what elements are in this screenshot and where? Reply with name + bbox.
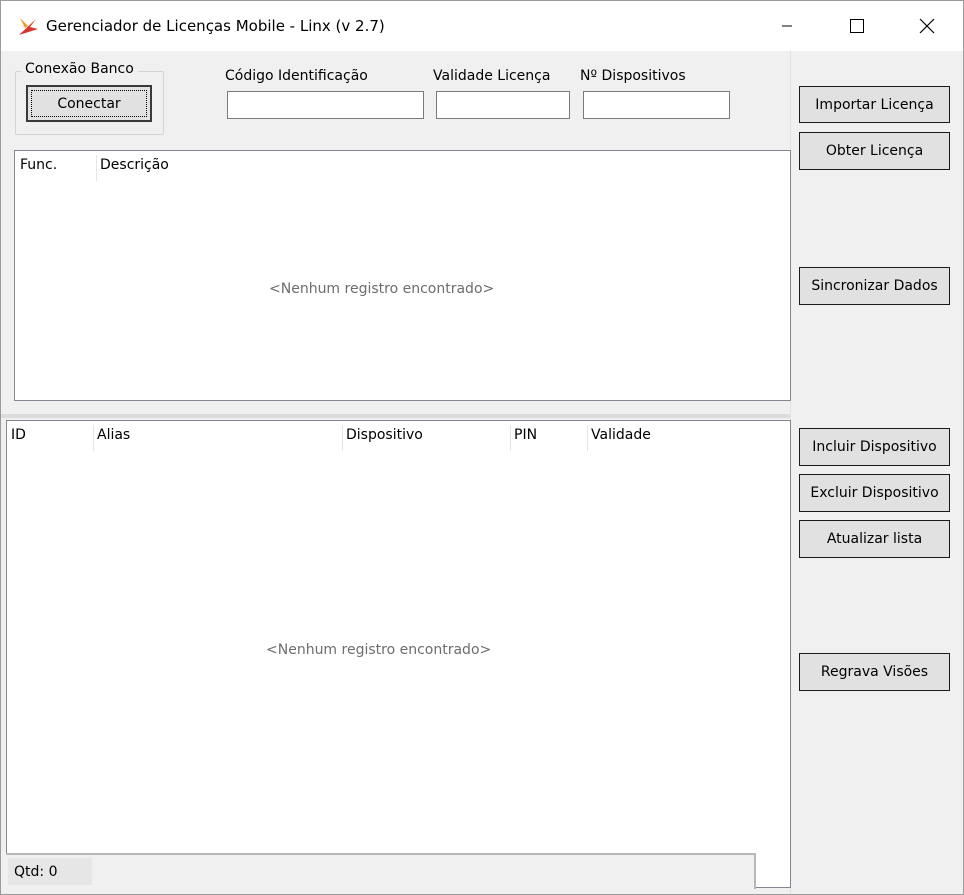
splitter[interactable] — [1, 414, 790, 418]
validade-field[interactable] — [436, 91, 570, 119]
obtain-license-label: Obter Licença — [825, 143, 924, 159]
import-license-button[interactable]: Importar Licença — [799, 86, 950, 123]
empty-message: <Nenhum registro encontrado> — [266, 642, 492, 658]
rewrite-views-label: Regrava Visões — [820, 664, 929, 680]
minimize-icon — [782, 25, 792, 27]
devices-grid[interactable]: ID Alias Dispositivo PIN Validade <Nenhu… — [6, 420, 791, 888]
connect-button[interactable]: Conectar — [26, 85, 152, 122]
linx-logo-icon — [19, 18, 38, 35]
refresh-list-button[interactable]: Atualizar lista — [799, 520, 950, 558]
codigo-label: Código Identificação — [225, 68, 368, 84]
title-bar[interactable]: Gerenciador de Licenças Mobile - Linx (v… — [1, 1, 963, 51]
column-header-validade[interactable]: Validade — [591, 427, 651, 443]
record-count: Qtd: 0 — [8, 858, 92, 885]
column-separator[interactable] — [96, 155, 97, 181]
exclude-device-label: Excluir Dispositivo — [810, 485, 939, 501]
rewrite-views-button[interactable]: Regrava Visões — [799, 653, 950, 691]
maximize-button[interactable] — [822, 1, 892, 51]
window-title: Gerenciador de Licenças Mobile - Linx (v… — [46, 17, 385, 35]
connection-group-title: Conexão Banco — [21, 61, 138, 77]
close-button[interactable] — [892, 1, 962, 51]
codigo-field[interactable] — [227, 91, 424, 119]
include-device-button[interactable]: Incluir Dispositivo — [799, 428, 950, 466]
close-icon — [919, 18, 935, 34]
column-header-descricao[interactable]: Descrição — [100, 157, 169, 173]
sync-data-label: Sincronizar Dados — [811, 278, 938, 294]
column-separator[interactable] — [510, 425, 511, 451]
include-device-label: Incluir Dispositivo — [812, 439, 937, 455]
focus-rectangle — [31, 90, 147, 117]
column-header-func[interactable]: Func. — [20, 157, 57, 173]
column-separator[interactable] — [587, 425, 588, 451]
sync-data-button[interactable]: Sincronizar Dados — [799, 267, 950, 305]
refresh-list-label: Atualizar lista — [826, 531, 923, 547]
column-separator[interactable] — [342, 425, 343, 451]
status-bar: Qtd: 0 — [6, 853, 756, 889]
dispositivos-label: Nº Dispositivos — [580, 68, 686, 84]
app-window: Gerenciador de Licenças Mobile - Linx (v… — [0, 0, 964, 895]
minimize-button[interactable] — [752, 1, 822, 51]
column-header-dispositivo[interactable]: Dispositivo — [346, 427, 423, 443]
maximize-icon — [850, 19, 864, 33]
validade-label: Validade Licença — [433, 68, 551, 84]
obtain-license-button[interactable]: Obter Licença — [799, 132, 950, 170]
column-header-alias[interactable]: Alias — [97, 427, 130, 443]
column-header-pin[interactable]: PIN — [514, 427, 537, 443]
dispositivos-field[interactable] — [583, 91, 730, 119]
import-license-label: Importar Licença — [815, 96, 934, 113]
empty-message: <Nenhum registro encontrado> — [269, 281, 495, 297]
column-header-id[interactable]: ID — [11, 427, 26, 443]
exclude-device-button[interactable]: Excluir Dispositivo — [799, 474, 950, 512]
column-separator[interactable] — [93, 425, 94, 451]
functions-grid[interactable]: Func. Descrição <Nenhum registro encontr… — [14, 150, 791, 401]
